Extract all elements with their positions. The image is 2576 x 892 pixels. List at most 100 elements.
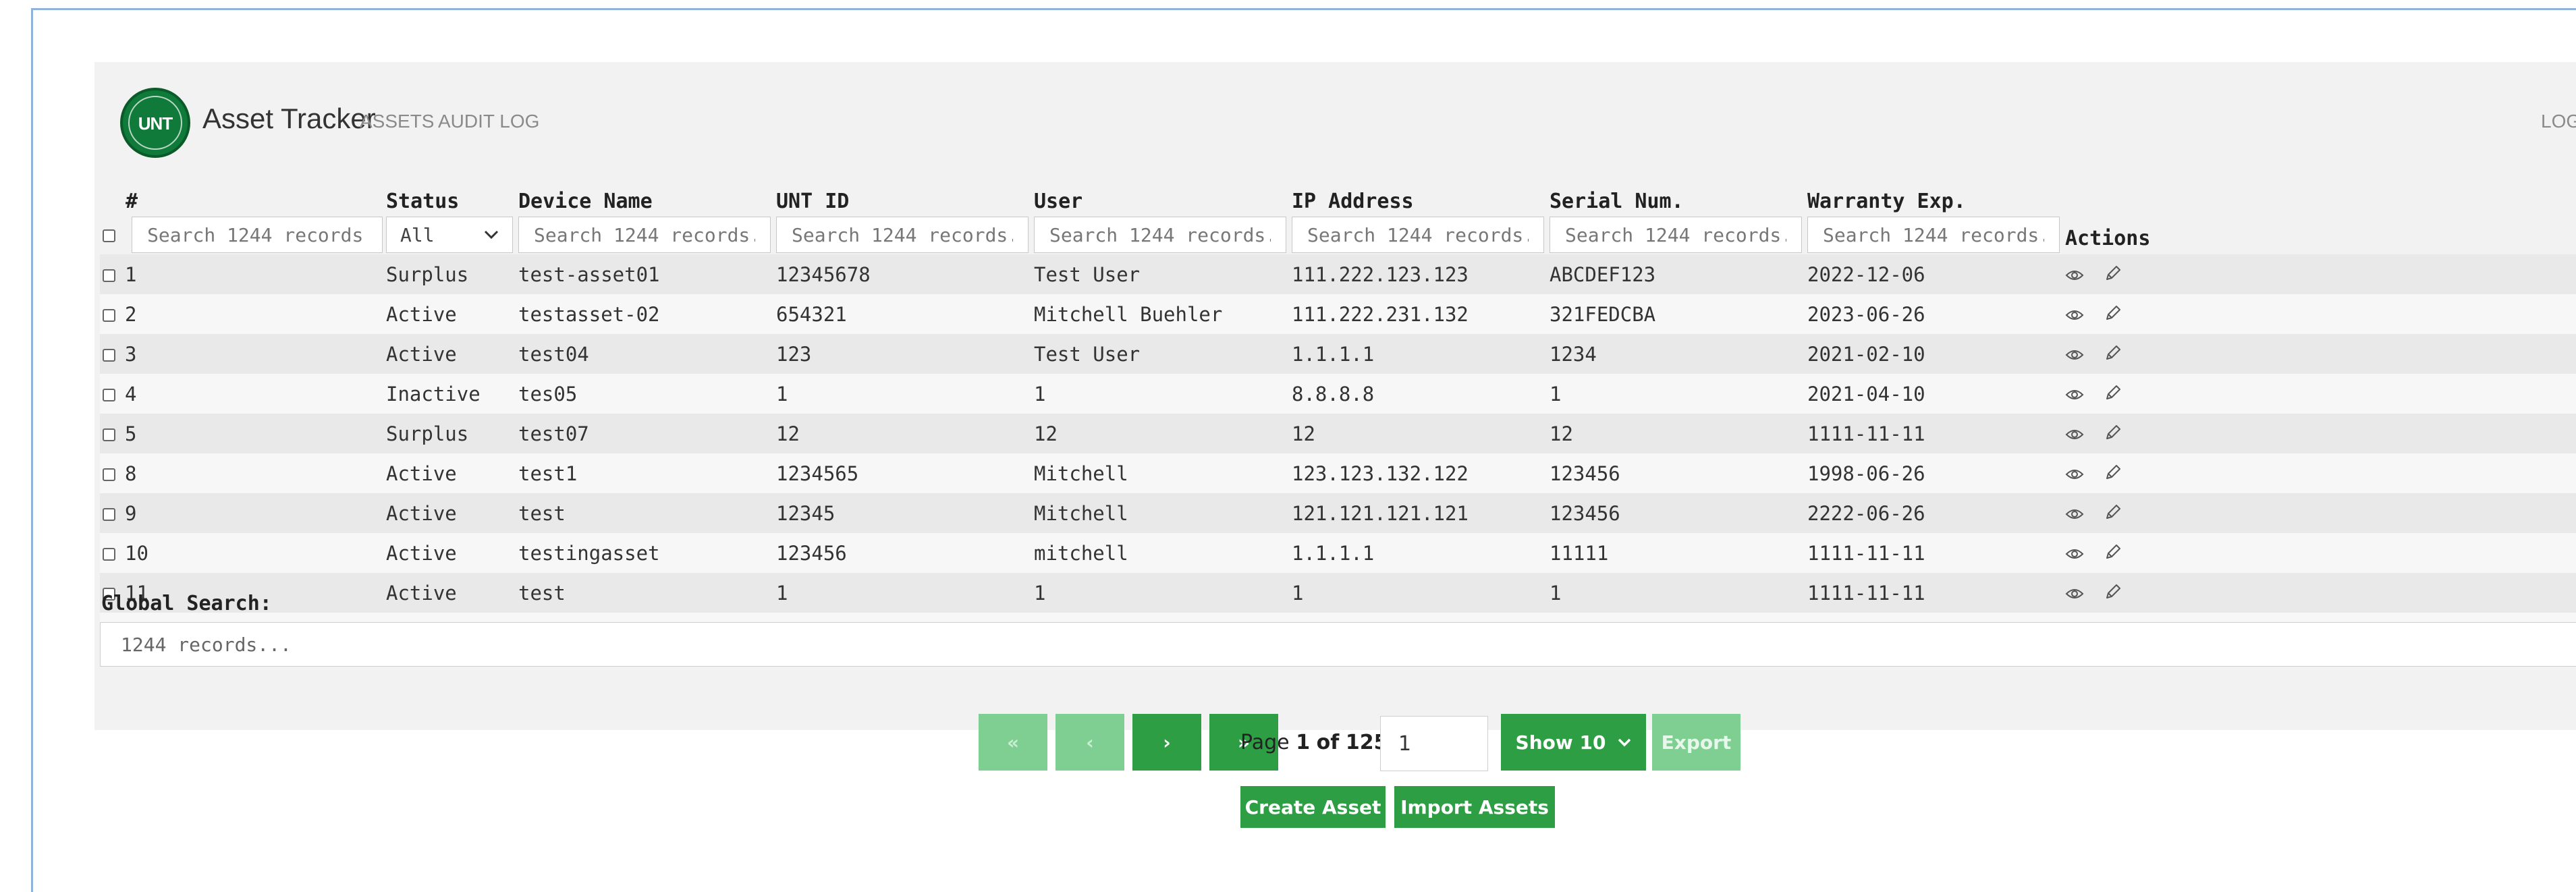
page-number-input[interactable] [1380,716,1488,771]
page-of: of [1316,731,1340,754]
eye-icon[interactable] [2065,264,2084,287]
cell-warranty-exp: 1998-06-26 [1805,453,2062,493]
brand-title[interactable]: Asset Tracker [202,103,376,135]
pencil-icon[interactable] [2104,423,2122,446]
table-row[interactable]: 2 Active testasset-02 654321 Mitchell Buehle… [100,294,2576,334]
filter-serial-num-input[interactable] [1550,217,1802,253]
col-header-id[interactable]: # [100,186,383,215]
table-row[interactable]: 5 Surplus test07 12 12 12 12 1111-11-11 [100,414,2576,453]
cell-actions [2062,254,2576,294]
cell-unt-id: 1 [773,374,1031,414]
col-header-serial-num[interactable]: Serial Num. [1547,186,1805,215]
row-checkbox[interactable] [103,389,115,401]
filter-status-select[interactable]: All [386,217,513,253]
eye-icon[interactable] [2065,542,2084,565]
pencil-icon[interactable] [2104,343,2122,366]
col-header-unt-id[interactable]: UNT ID [773,186,1031,215]
row-checkbox[interactable] [103,548,115,561]
global-search-input[interactable] [100,622,2576,667]
col-header-user[interactable]: User [1031,186,1289,215]
page-current: 1 [1296,731,1311,754]
cell-status: Active [383,493,516,533]
cell-warranty-exp: 1111-11-11 [1805,573,2062,613]
export-button[interactable]: Export [1652,714,1741,771]
global-search-label: Global Search: [101,592,272,615]
row-id-text: 8 [125,462,137,485]
nav-link-audit-log[interactable]: AUDIT LOG [438,111,539,132]
pencil-icon[interactable] [2104,503,2122,526]
cell-device-name: test [516,573,773,613]
chevron-down-icon [1618,738,1631,746]
row-checkbox[interactable] [103,309,115,322]
row-checkbox[interactable] [103,269,115,282]
filter-device-name-input[interactable] [518,217,771,253]
eye-icon[interactable] [2065,503,2084,526]
nav-link-logout[interactable]: LOG [2541,111,2576,132]
table-row[interactable]: 1 Surplus test-asset01 12345678 Test User 111… [100,254,2576,294]
pencil-icon[interactable] [2104,542,2122,565]
cell-user: Mitchell [1031,493,1289,533]
table-row[interactable]: 4 Inactive tes05 1 1 8.8.8.8 1 2021-04-10 [100,374,2576,414]
unt-logo[interactable]: UNT [120,88,190,158]
cell-status: Active [383,533,516,573]
cell-status: Active [383,294,516,334]
cell-serial-num: 321FEDCBA [1547,294,1805,334]
prev-page-button[interactable]: ‹ [1056,714,1124,771]
filter-ip-address-input[interactable] [1292,217,1544,253]
page-size-select[interactable]: Show 10 [1501,714,1646,771]
pencil-icon[interactable] [2104,582,2122,605]
cell-user: Test User [1031,334,1289,374]
col-header-device-name[interactable]: Device Name [516,186,773,215]
eye-icon[interactable] [2065,582,2084,605]
table-row[interactable]: 9 Active test 12345 Mitchell 121.121.121.121 1… [100,493,2576,533]
filter-id-input[interactable] [132,217,383,253]
import-assets-button[interactable]: Import Assets [1394,786,1555,828]
eye-icon[interactable] [2065,423,2084,446]
cell-serial-num: ABCDEF123 [1547,254,1805,294]
nav-link-assets[interactable]: ASSETS [360,111,434,132]
pencil-icon[interactable] [2104,304,2122,327]
cell-id: 1 [100,254,383,294]
cell-status: Active [383,453,516,493]
row-checkbox[interactable] [103,349,115,362]
eye-icon[interactable] [2065,343,2084,366]
table-row[interactable]: 3 Active test04 123 Test User 1.1.1.1 1234 2021… [100,334,2576,374]
first-page-button[interactable]: « [979,714,1047,771]
cell-unt-id: 1234565 [773,453,1031,493]
cell-serial-num: 12 [1547,414,1805,453]
cell-actions [2062,533,2576,573]
filter-user-input[interactable] [1034,217,1286,253]
row-id-text: 5 [125,422,137,445]
select-all-checkbox[interactable] [103,229,115,242]
table-row[interactable]: 8 Active test1 1234565 Mitchell 123.123.132.1… [100,453,2576,493]
cell-id: 4 [100,374,383,414]
row-id-text: 3 [125,342,137,366]
row-checkbox[interactable] [103,428,115,441]
table-row[interactable]: 10 Active testingasset 123456 mitchell 1.1.1.… [100,533,2576,573]
cell-warranty-exp: 2021-04-10 [1805,374,2062,414]
row-checkbox[interactable] [103,468,115,481]
eye-icon[interactable] [2065,383,2084,406]
pencil-icon[interactable] [2104,383,2122,406]
cell-unt-id: 12 [773,414,1031,453]
filter-unt-id-input[interactable] [776,217,1029,253]
assets-table: # Status Device Name UNT ID User IP Addr… [100,186,2576,652]
create-asset-button[interactable]: Create Asset [1240,786,1386,828]
col-header-status[interactable]: Status [383,186,516,215]
col-header-warranty-exp[interactable]: Warranty Exp. [1805,186,2062,215]
next-page-button[interactable]: › [1132,714,1201,771]
filter-warranty-exp-input[interactable] [1807,217,2060,253]
eye-icon[interactable] [2065,463,2084,486]
cell-serial-num: 123456 [1547,453,1805,493]
table-row[interactable]: 11 Active test 1 1 1 1 1111-11-11 [100,573,2576,613]
cell-user: Mitchell Buehler [1031,294,1289,334]
cell-actions [2062,493,2576,533]
pencil-icon[interactable] [2104,264,2122,287]
cell-ip-address: 121.121.121.121 [1289,493,1547,533]
cell-user: 1 [1031,573,1289,613]
col-header-ip-address[interactable]: IP Address [1289,186,1547,215]
eye-icon[interactable] [2065,304,2084,327]
cell-ip-address: 8.8.8.8 [1289,374,1547,414]
row-checkbox[interactable] [103,508,115,521]
pencil-icon[interactable] [2104,463,2122,486]
